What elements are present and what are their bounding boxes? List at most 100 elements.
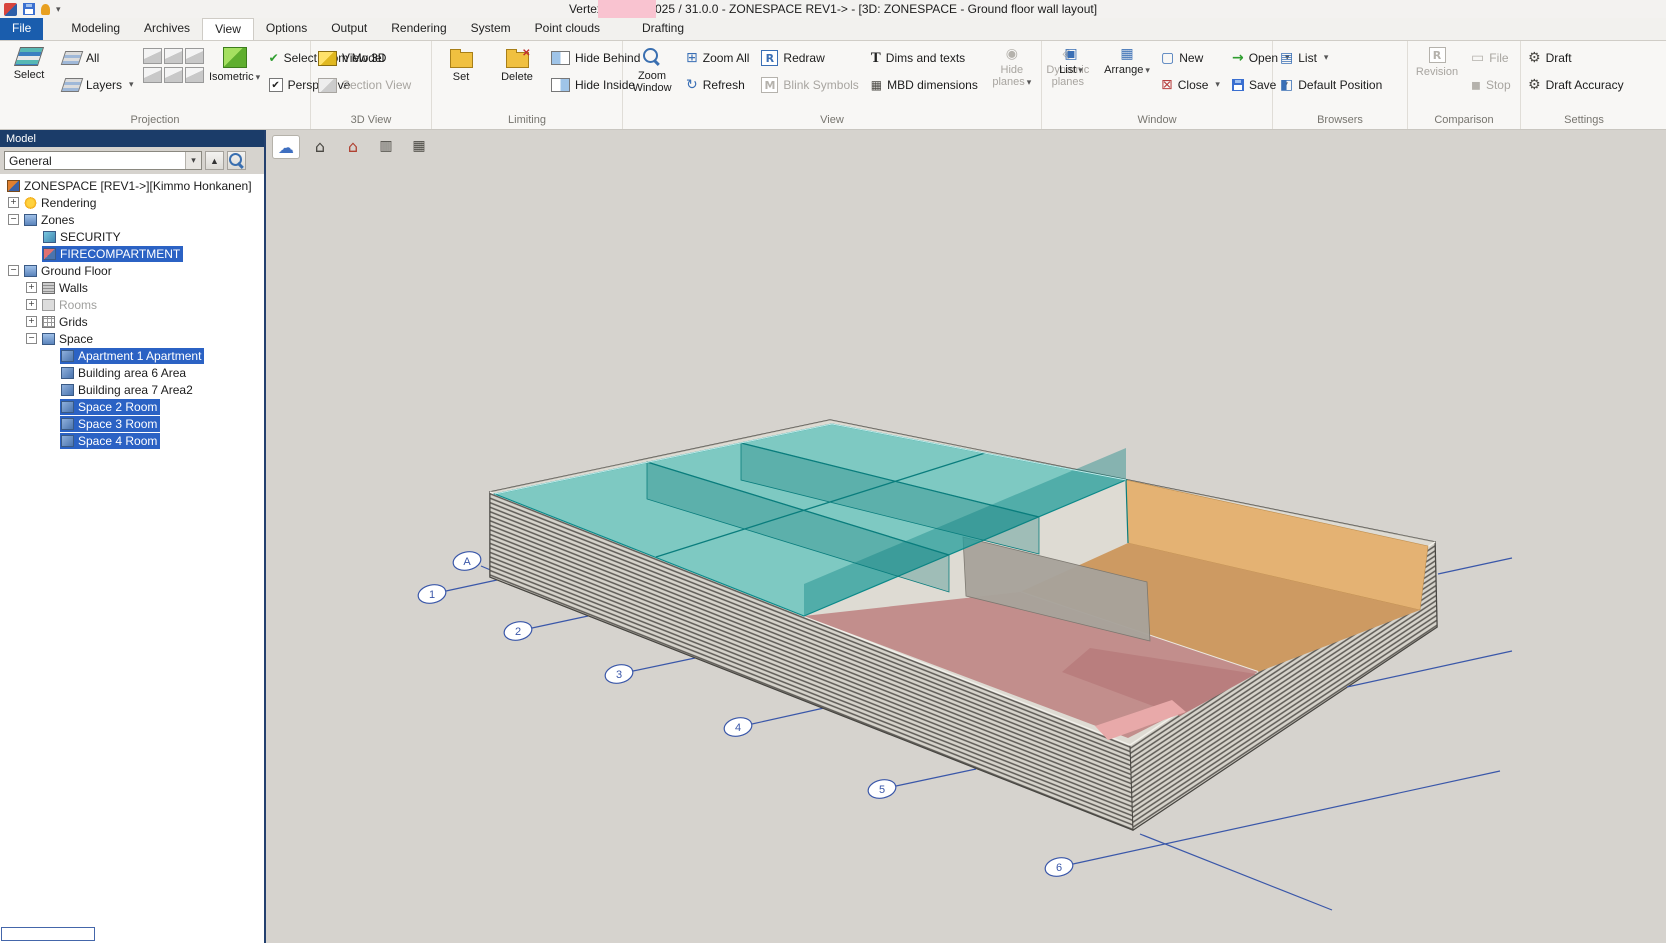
grids-icon	[42, 316, 55, 328]
redraw-button[interactable]: R Redraw	[758, 47, 861, 69]
view-cube-button[interactable]	[185, 67, 204, 83]
notification-icon[interactable]	[41, 4, 50, 15]
collapse-icon[interactable]: −	[26, 333, 37, 344]
collapse-icon[interactable]: −	[8, 214, 19, 225]
all-button[interactable]: All	[60, 47, 137, 69]
isometric-button[interactable]: Isometric▾	[210, 43, 260, 84]
expand-icon[interactable]: +	[26, 316, 37, 327]
view-cube-button[interactable]	[164, 48, 183, 64]
limit-delete-folder-icon	[506, 52, 529, 68]
save-icon[interactable]	[23, 3, 35, 15]
tree-item-apartment-1[interactable]: Apartment 1 Apartment	[0, 347, 264, 364]
zoom-all-icon: ⊞	[686, 51, 698, 65]
tree-filter-combobox[interactable]: General ▾	[4, 151, 202, 170]
tab-file[interactable]: File	[0, 18, 43, 40]
expand-icon[interactable]: +	[8, 197, 19, 208]
delete-button[interactable]: Delete	[492, 43, 542, 83]
draft-accuracy-button[interactable]: ⚙ Draft Accuracy	[1525, 74, 1627, 96]
tree-item-root[interactable]: ZONESPACE [REV1->][Kimmo Honkanen]	[0, 177, 264, 194]
browsers-list-button[interactable]: ▤ List▾	[1277, 47, 1385, 69]
tree-item-building-area-6[interactable]: Building area 6 Area	[0, 364, 264, 381]
hide-planes-button[interactable]: ◉ Hide planes▾	[987, 43, 1037, 89]
mbd-dimensions-button[interactable]: ▦ MBD dimensions	[868, 74, 981, 96]
draft-button[interactable]: ⚙ Draft	[1525, 47, 1627, 69]
building-model[interactable]	[490, 420, 1437, 830]
hide-behind-icon	[551, 51, 570, 65]
cloud-icon: ☁	[278, 138, 294, 157]
grid-bubble: A	[451, 549, 482, 572]
cloud-button[interactable]: ☁	[272, 135, 300, 159]
revision-button[interactable]: R Revision	[1412, 43, 1462, 78]
tree-item-walls[interactable]: + Walls	[0, 279, 264, 296]
tab-system[interactable]: System	[459, 18, 523, 40]
tree-item-space[interactable]: − Space	[0, 330, 264, 347]
tree-item-building-area-7[interactable]: Building area 7 Area2	[0, 381, 264, 398]
tab-rendering[interactable]: Rendering	[379, 18, 458, 40]
checkbox-checked-icon: ✔	[269, 78, 283, 92]
building-button[interactable]: ⌂	[340, 135, 366, 157]
comparison-file-button[interactable]: ▭ File	[1468, 47, 1514, 69]
quick-access-caret-icon[interactable]: ▾	[56, 4, 61, 15]
new-window-button[interactable]: ▢ New	[1158, 47, 1223, 69]
view-cube-button[interactable]	[185, 48, 204, 64]
zoom-all-button[interactable]: ⊞ Zoom All	[683, 47, 752, 69]
home-model-button[interactable]: ⌂	[307, 135, 333, 157]
arrange-button[interactable]: ▦ Arrange▾	[1102, 43, 1152, 77]
blink-symbols-button[interactable]: M Blink Symbols	[758, 74, 861, 96]
grid-view-button[interactable]: ▦	[406, 135, 432, 157]
space-icon	[61, 418, 74, 430]
grid-view-icon: ▦	[412, 138, 425, 154]
ribbon-group-limiting: Set Delete Hide Behind Hide Inside	[432, 41, 623, 129]
view-cube-button[interactable]	[143, 67, 162, 83]
ribbon-group-projection: Select All Layers▾	[0, 41, 311, 129]
layers-button[interactable]: Layers▾	[60, 74, 137, 96]
tree-search-button[interactable]	[227, 151, 246, 170]
tree-item-firecompartment[interactable]: FIRECOMPARTMENT	[0, 245, 264, 262]
view-cube-button[interactable]	[143, 48, 162, 64]
tree-item-rooms[interactable]: + Rooms	[0, 296, 264, 313]
tab-view[interactable]: View	[202, 18, 254, 40]
default-position-button[interactable]: ◧ Default Position	[1277, 74, 1385, 96]
view-3d-button[interactable]: View 3D	[315, 47, 414, 69]
ribbon-group-view: Zoom Window ⊞ Zoom All ↻ Refresh R Re	[623, 41, 1042, 129]
tree-item-rendering[interactable]: + Rendering	[0, 194, 264, 211]
view-cube-button[interactable]	[164, 67, 183, 83]
tree-item-space-2[interactable]: Space 2 Room	[0, 398, 264, 415]
tree-item-grids[interactable]: + Grids	[0, 313, 264, 330]
model-3d-scene[interactable]: A 1 2 3 4	[266, 130, 1666, 943]
model-panel: Model General ▾ ▲ ZONESPACE [REV1->][Kim…	[0, 130, 266, 943]
close-window-button[interactable]: ⊠ Close▾	[1158, 74, 1223, 96]
select-button[interactable]: Select	[4, 43, 54, 81]
grid-bubble: 3	[603, 662, 634, 685]
tab-modeling[interactable]: Modeling	[59, 18, 132, 40]
refresh-button[interactable]: ↻ Refresh	[683, 74, 752, 96]
group-label-3d-view: 3D View	[315, 113, 427, 128]
tab-archives[interactable]: Archives	[132, 18, 202, 40]
tree-item-space-3[interactable]: Space 3 Room	[0, 415, 264, 432]
tree-item-security[interactable]: SECURITY	[0, 228, 264, 245]
ribbon-tab-bar: File Modeling Archives View Options Outp…	[0, 18, 1666, 41]
window-list-button[interactable]: ▣ List▾	[1046, 43, 1096, 77]
tab-drafting[interactable]: Drafting	[630, 18, 696, 40]
set-button[interactable]: Set	[436, 43, 486, 83]
collapse-icon[interactable]: −	[8, 265, 19, 276]
tree-item-zones[interactable]: − Zones	[0, 211, 264, 228]
tab-output[interactable]: Output	[319, 18, 379, 40]
zoom-window-button[interactable]: Zoom Window	[627, 43, 677, 94]
comparison-stop-button[interactable]: ◼ Stop	[1468, 74, 1514, 96]
tree-item-ground-floor[interactable]: − Ground Floor	[0, 262, 264, 279]
expand-icon[interactable]: +	[26, 282, 37, 293]
collapse-tree-button[interactable]: ▲	[205, 151, 224, 170]
tab-point-clouds[interactable]: Point clouds	[523, 18, 612, 40]
tree-item-space-4[interactable]: Space 4 Room	[0, 432, 264, 449]
combobox-caret-icon[interactable]: ▾	[185, 152, 201, 169]
section-view-button[interactable]: Section View	[315, 74, 414, 96]
viewport-3d[interactable]: ☁ ⌂ ⌂ ▥ ▦	[266, 130, 1666, 943]
tile-windows-button[interactable]: ▥	[373, 135, 399, 157]
tab-options[interactable]: Options	[254, 18, 319, 40]
expand-icon[interactable]: +	[26, 299, 37, 310]
app-icon[interactable]	[4, 3, 17, 16]
panel-scroll-box[interactable]	[1, 927, 95, 941]
layers-all-icon	[61, 51, 84, 65]
dims-and-texts-button[interactable]: T Dims and texts	[868, 47, 981, 69]
